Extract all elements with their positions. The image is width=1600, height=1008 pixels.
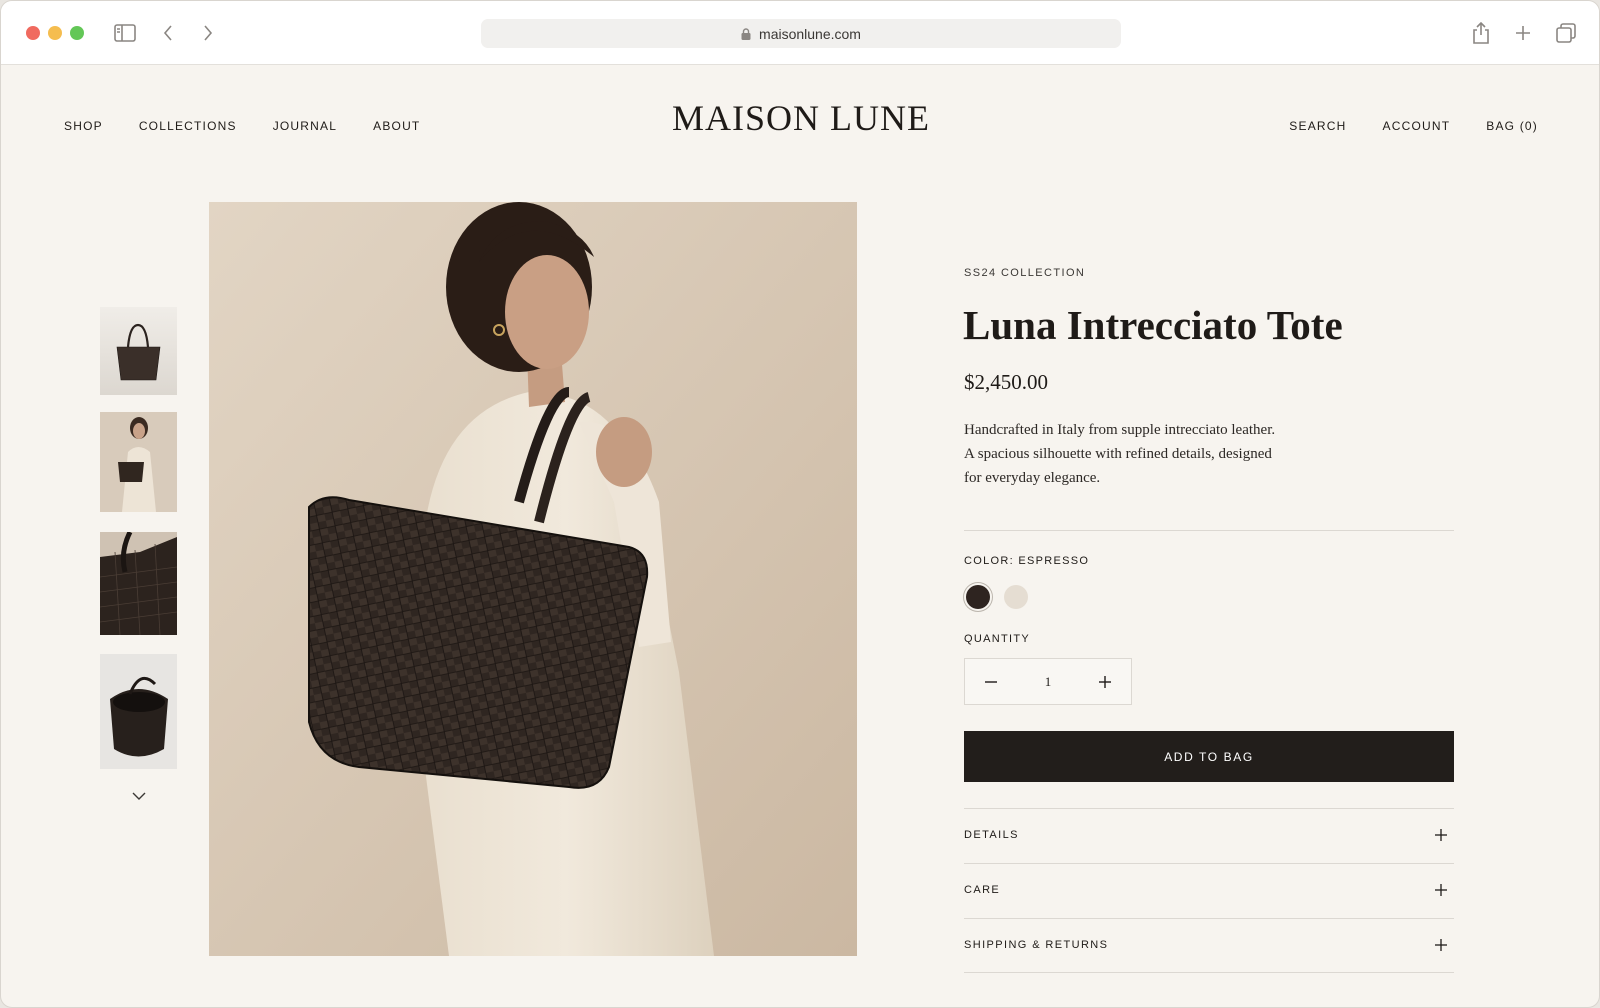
thumbnail-interior-view[interactable]	[100, 654, 177, 769]
description-line: A spacious silhouette with refined detai…	[964, 446, 1272, 462]
nav-account[interactable]: ACCOUNT	[1383, 119, 1451, 133]
swatch-espresso[interactable]	[966, 585, 990, 609]
thumbnail-weave-closeup[interactable]	[100, 532, 177, 635]
minimize-window-button[interactable]	[48, 26, 62, 40]
divider	[964, 972, 1454, 973]
product-description: Handcrafted in Italy from supple intrecc…	[964, 418, 1324, 490]
back-icon[interactable]	[156, 21, 180, 45]
product-title: Luna Intrecciato Tote	[963, 302, 1343, 348]
chevron-down-icon[interactable]	[129, 789, 149, 803]
divider	[964, 530, 1454, 531]
thumbnail-product-front[interactable]	[100, 307, 177, 395]
accordion-details[interactable]: DETAILS	[964, 809, 1454, 863]
nav-bag[interactable]: BAG (0)	[1486, 119, 1538, 133]
product-main-image[interactable]	[209, 202, 857, 956]
quantity-label: QUANTITY	[964, 633, 1031, 645]
sidebar-icon[interactable]	[113, 21, 137, 45]
plus-icon	[1434, 828, 1448, 842]
quantity-stepper: 1	[964, 658, 1132, 705]
collection-label: SS24 COLLECTION	[964, 267, 1086, 279]
quantity-value[interactable]: 1	[1017, 659, 1079, 704]
nav-search[interactable]: SEARCH	[1289, 119, 1346, 133]
lock-icon	[741, 27, 751, 40]
utility-nav: SEARCH ACCOUNT BAG (0)	[1289, 119, 1538, 133]
maximize-window-button[interactable]	[70, 26, 84, 40]
url-text: maisonlune.com	[759, 25, 861, 42]
description-line: for everyday elegance.	[964, 470, 1101, 486]
color-label: COLOR: ESPRESSO	[964, 555, 1090, 567]
plus-icon	[1434, 938, 1448, 952]
plus-icon	[1099, 675, 1111, 688]
browser-window: maisonlune.com SHOP COLLECTIONS JOURNAL …	[0, 0, 1600, 1008]
accordion-label: SHIPPING & RETURNS	[964, 939, 1109, 951]
description-line: Handcrafted in Italy from supple intrecc…	[964, 422, 1276, 438]
accordion-label: CARE	[964, 884, 1001, 896]
accordion-care[interactable]: CARE	[964, 864, 1454, 918]
close-window-button[interactable]	[26, 26, 40, 40]
swatch-cream[interactable]	[1004, 585, 1028, 609]
address-bar[interactable]: maisonlune.com	[481, 19, 1121, 48]
thumbnail-model-wearing[interactable]	[100, 412, 177, 512]
new-tab-icon[interactable]	[1511, 21, 1535, 45]
plus-icon	[1434, 883, 1448, 897]
browser-toolbar: maisonlune.com	[1, 1, 1599, 65]
add-to-bag-button[interactable]: ADD TO BAG	[964, 731, 1454, 782]
share-icon[interactable]	[1469, 21, 1493, 45]
minus-icon	[985, 680, 997, 683]
accordion-shipping-returns[interactable]: SHIPPING & RETURNS	[964, 919, 1454, 973]
tabs-overview-icon[interactable]	[1554, 21, 1578, 45]
increase-quantity-button[interactable]	[1079, 659, 1131, 704]
accordion-label: DETAILS	[964, 829, 1019, 841]
decrease-quantity-button[interactable]	[965, 659, 1017, 704]
forward-icon[interactable]	[196, 21, 220, 45]
product-price: $2,450.00	[964, 370, 1048, 394]
